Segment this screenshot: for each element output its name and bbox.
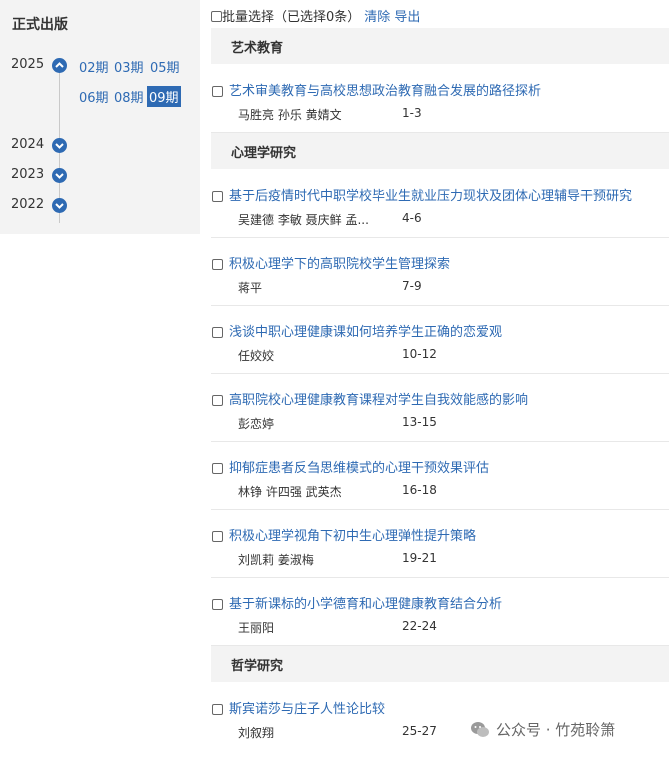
article-row: 抑郁症患者反刍思维模式的心理干预效果评估 林铮 许四强 武英杰 16-18 <box>211 441 669 510</box>
watermark-text: 公众号 · 竹苑聆箫 <box>496 721 616 739</box>
article-pages: 1-3 <box>402 106 422 120</box>
article-title-link[interactable]: 高职院校心理健康教育课程对学生自我效能感的影响 <box>229 389 528 408</box>
article-authors: 刘凯莉 姜淑梅 <box>238 553 314 567</box>
issue-02[interactable]: 02期 <box>79 57 109 76</box>
watermark: 公众号 · 竹苑聆箫 <box>470 719 615 740</box>
article-row: 积极心理学下的高职院校学生管理探索 蒋平 7-9 <box>211 237 669 306</box>
article-row: 浅谈中职心理健康课如何培养学生正确的恋爱观 任姣姣 10-12 <box>211 305 669 374</box>
article-authors: 任姣姣 <box>238 349 275 363</box>
article-checkbox[interactable] <box>212 86 223 97</box>
chevron-up-icon[interactable] <box>52 58 67 73</box>
article-pages: 13-15 <box>402 415 437 429</box>
batch-toolbar: 批量选择（已选择0条） 清除 导出 <box>211 6 420 25</box>
year-2024[interactable]: 2024 <box>11 137 44 152</box>
article-pages: 4-6 <box>402 211 422 225</box>
issue-05[interactable]: 05期 <box>150 57 180 76</box>
article-authors: 林铮 许四强 武英杰 <box>238 485 342 499</box>
chevron-down-icon[interactable] <box>52 168 67 183</box>
article-checkbox[interactable] <box>212 191 223 202</box>
article-title-link[interactable]: 基于后疫情时代中职学校毕业生就业压力现状及团体心理辅导干预研究 <box>229 185 632 204</box>
article-pages: 25-27 <box>402 724 437 738</box>
batch-select-label[interactable]: 批量选择 <box>222 10 274 25</box>
section-title: 哲学研究 <box>231 659 284 674</box>
issue-08[interactable]: 08期 <box>114 87 144 106</box>
article-row: 基于新课标的小学德育和心理健康教育结合分析 王丽阳 22-24 <box>211 577 669 646</box>
select-all-checkbox[interactable] <box>211 11 222 22</box>
section-header: 哲学研究 <box>211 646 669 682</box>
section-header: 心理学研究 <box>211 133 669 169</box>
article-checkbox[interactable] <box>212 599 223 610</box>
issue-09-selected[interactable]: 09期 <box>147 86 181 107</box>
article-authors: 王丽阳 <box>238 621 275 635</box>
article-pages: 22-24 <box>402 619 437 633</box>
issue-03[interactable]: 03期 <box>114 57 144 76</box>
article-row: 高职院校心理健康教育课程对学生自我效能感的影响 彭恋婷 13-15 <box>211 373 669 442</box>
article-title-link[interactable]: 斯宾诺莎与庄子人性论比较 <box>229 698 385 717</box>
sidebar-title: 正式出版 <box>12 17 68 33</box>
article-checkbox[interactable] <box>212 704 223 715</box>
selected-count: （已选择0条） <box>274 10 361 25</box>
article-title-link[interactable]: 抑郁症患者反刍思维模式的心理干预效果评估 <box>229 457 489 476</box>
section-title: 艺术教育 <box>231 41 284 56</box>
article-title-link[interactable]: 积极心理学视角下初中生心理弹性提升策略 <box>229 525 476 544</box>
article-authors: 马胜亮 孙乐 黄婧文 <box>238 108 342 122</box>
issue-sidebar: 正式出版 2025 02期 03期 05期 06期 08期 09期 2024 2… <box>0 0 200 234</box>
year-2022[interactable]: 2022 <box>11 197 44 212</box>
year-2025[interactable]: 2025 <box>11 57 44 72</box>
article-checkbox[interactable] <box>212 463 223 474</box>
article-authors: 刘叙翔 <box>238 726 275 740</box>
article-authors: 彭恋婷 <box>238 417 275 431</box>
article-row: 基于后疫情时代中职学校毕业生就业压力现状及团体心理辅导干预研究 吴建德 李敏 聂… <box>211 169 669 238</box>
chevron-down-icon[interactable] <box>52 198 67 213</box>
issue-06[interactable]: 06期 <box>79 87 109 106</box>
article-checkbox[interactable] <box>212 531 223 542</box>
article-pages: 7-9 <box>402 279 422 293</box>
export-button[interactable]: 导出 <box>394 10 420 25</box>
section-header: 艺术教育 <box>211 28 669 64</box>
article-checkbox[interactable] <box>212 327 223 338</box>
article-row: 积极心理学视角下初中生心理弹性提升策略 刘凯莉 姜淑梅 19-21 <box>211 509 669 578</box>
article-pages: 10-12 <box>402 347 437 361</box>
clear-button[interactable]: 清除 <box>364 10 390 25</box>
article-checkbox[interactable] <box>212 395 223 406</box>
article-authors: 吴建德 李敏 聂庆鲜 孟... <box>238 213 369 227</box>
article-authors: 蒋平 <box>238 281 263 295</box>
article-title-link[interactable]: 浅谈中职心理健康课如何培养学生正确的恋爱观 <box>229 321 502 340</box>
article-pages: 19-21 <box>402 551 437 565</box>
article-title-link[interactable]: 基于新课标的小学德育和心理健康教育结合分析 <box>229 593 502 612</box>
article-title-link[interactable]: 积极心理学下的高职院校学生管理探索 <box>229 253 450 272</box>
chevron-down-icon[interactable] <box>52 138 67 153</box>
article-title-link[interactable]: 艺术审美教育与高校思想政治教育融合发展的路径探析 <box>229 80 541 99</box>
article-checkbox[interactable] <box>212 259 223 270</box>
year-2023[interactable]: 2023 <box>11 167 44 182</box>
article-row: 艺术审美教育与高校思想政治教育融合发展的路径探析 马胜亮 孙乐 黄婧文 1-3 <box>211 64 669 133</box>
section-title: 心理学研究 <box>231 146 297 161</box>
wechat-icon <box>471 722 489 737</box>
article-pages: 16-18 <box>402 483 437 497</box>
